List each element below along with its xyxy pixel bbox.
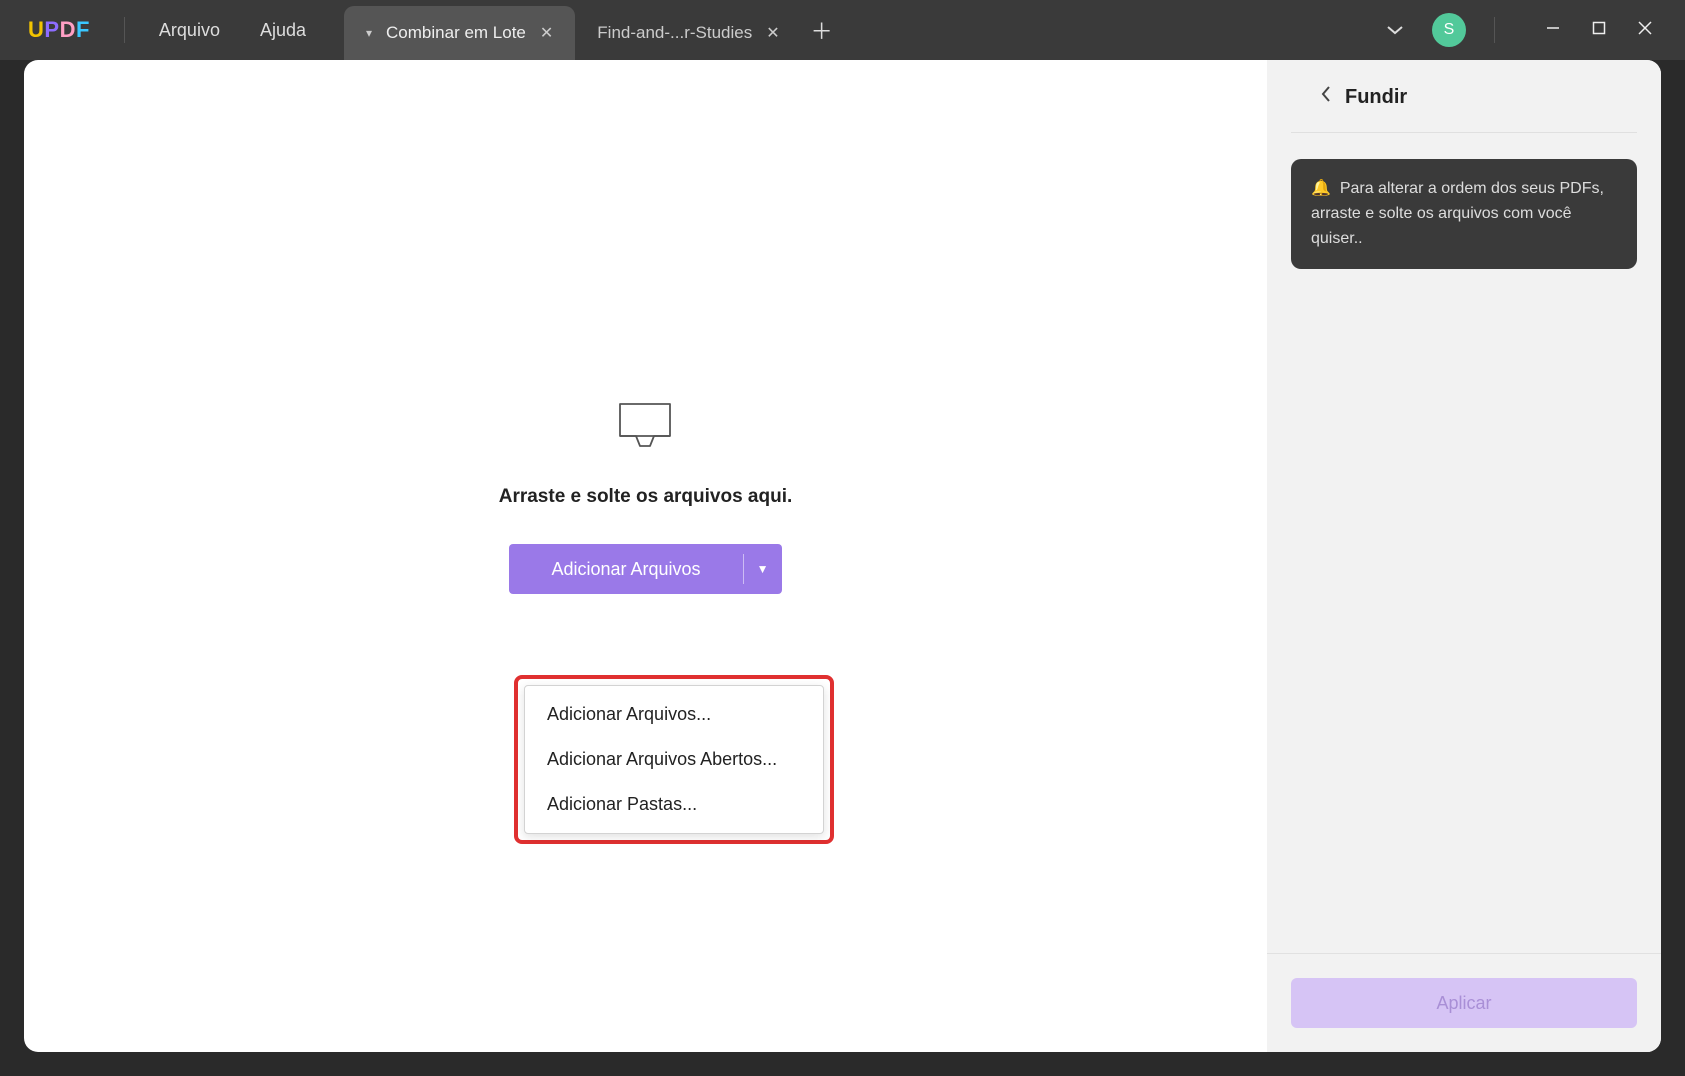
tab-strip: ▾ Combinar em Lote ✕ Find-and-...r-Studi… bbox=[344, 0, 842, 60]
sidebar-title: Fundir bbox=[1345, 86, 1407, 109]
avatar-initial: S bbox=[1444, 21, 1455, 39]
menu-file[interactable]: Arquivo bbox=[159, 20, 220, 41]
separator bbox=[1494, 17, 1495, 43]
add-tab-button[interactable]: ＋ bbox=[802, 0, 842, 60]
sidebar-footer: Aplicar bbox=[1267, 953, 1661, 1052]
right-sidebar: Fundir 🔔 Para alterar a ordem dos seus P… bbox=[1267, 60, 1661, 1052]
drop-zone[interactable]: Arraste e solte os arquivos aqui. Adicio… bbox=[499, 398, 793, 594]
chevron-down-icon[interactable] bbox=[1380, 14, 1410, 47]
app-logo: UPDF bbox=[0, 17, 118, 43]
workspace: Arraste e solte os arquivos aqui. Adicio… bbox=[24, 60, 1661, 1052]
tip-text: Para alterar a ordem dos seus PDFs, arra… bbox=[1311, 180, 1604, 247]
apply-button[interactable]: Aplicar bbox=[1291, 978, 1637, 1028]
chevron-down-icon[interactable]: ▾ bbox=[366, 26, 372, 40]
tip-box: 🔔 Para alterar a ordem dos seus PDFs, ar… bbox=[1291, 159, 1637, 269]
close-icon[interactable]: ✕ bbox=[766, 23, 779, 43]
main-canvas: Arraste e solte os arquivos aqui. Adicio… bbox=[24, 60, 1267, 1052]
dropdown-item-add-files[interactable]: Adicionar Arquivos... bbox=[525, 692, 823, 737]
add-files-label[interactable]: Adicionar Arquivos bbox=[509, 544, 742, 594]
bell-icon: 🔔 bbox=[1311, 180, 1331, 197]
maximize-button[interactable] bbox=[1591, 20, 1607, 41]
main-menu: Arquivo Ajuda bbox=[131, 20, 334, 41]
dropdown-toggle[interactable]: ▼ bbox=[744, 544, 782, 594]
window-controls bbox=[1523, 20, 1675, 41]
dropdown-item-add-open-files[interactable]: Adicionar Arquivos Abertos... bbox=[525, 737, 823, 782]
titlebar-right: S bbox=[1380, 13, 1685, 47]
inbox-icon bbox=[614, 398, 676, 456]
dropdown-highlight: Adicionar Arquivos... Adicionar Arquivos… bbox=[514, 675, 834, 844]
tab-label: Find-and-...r-Studies bbox=[597, 23, 752, 43]
separator bbox=[124, 17, 125, 43]
add-files-button[interactable]: Adicionar Arquivos ▼ bbox=[509, 544, 781, 594]
sidebar-header: Fundir bbox=[1291, 60, 1637, 133]
add-files-dropdown: Adicionar Arquivos... Adicionar Arquivos… bbox=[524, 685, 824, 834]
close-icon[interactable]: ✕ bbox=[540, 23, 553, 43]
tab-label: Combinar em Lote bbox=[386, 23, 526, 43]
tab-document[interactable]: Find-and-...r-Studies ✕ bbox=[575, 6, 801, 60]
drop-instruction: Arraste e solte os arquivos aqui. bbox=[499, 486, 793, 508]
titlebar: UPDF Arquivo Ajuda ▾ Combinar em Lote ✕ … bbox=[0, 0, 1685, 60]
back-icon[interactable] bbox=[1319, 84, 1333, 110]
avatar[interactable]: S bbox=[1432, 13, 1466, 47]
dropdown-item-add-folders[interactable]: Adicionar Pastas... bbox=[525, 782, 823, 827]
minimize-button[interactable] bbox=[1545, 20, 1561, 41]
tab-combine-batch[interactable]: ▾ Combinar em Lote ✕ bbox=[344, 6, 575, 60]
menu-help[interactable]: Ajuda bbox=[260, 20, 306, 41]
close-button[interactable] bbox=[1637, 20, 1653, 41]
